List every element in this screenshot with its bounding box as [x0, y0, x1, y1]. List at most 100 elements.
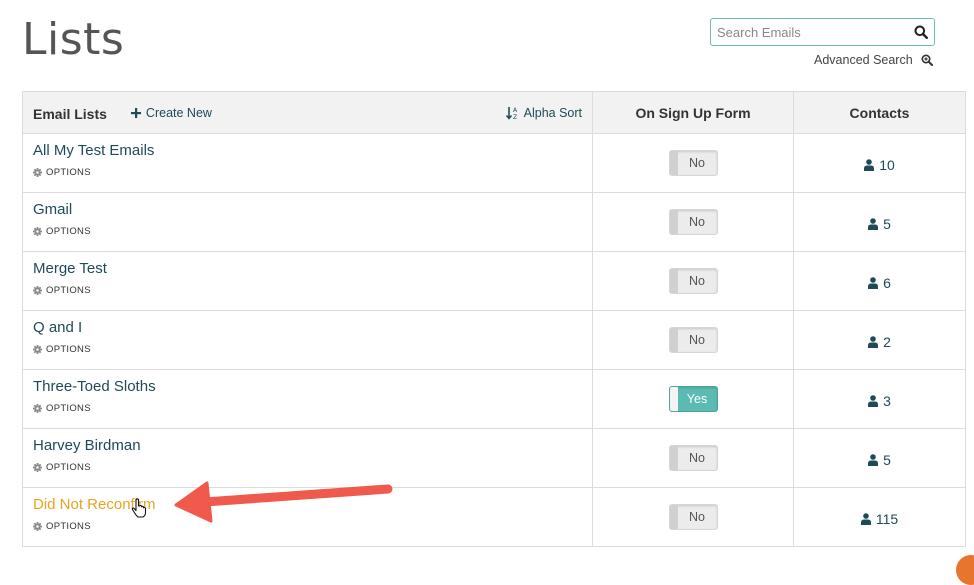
gear-icon	[33, 227, 42, 236]
contacts-count-link[interactable]: 5	[868, 446, 891, 468]
list-name-cell: Gmail OPTIONS	[22, 192, 593, 252]
search-button[interactable]	[908, 19, 934, 45]
list-name-link[interactable]: All My Test Emails	[33, 142, 582, 159]
list-options-link[interactable]: OPTIONS	[33, 167, 91, 178]
sign-up-form-toggle[interactable]: No	[668, 327, 718, 353]
contacts-cell: 5	[793, 192, 966, 252]
table-row: Merge Test OPTIONS No 6	[22, 251, 966, 311]
list-name-link[interactable]: Gmail	[33, 201, 582, 218]
sort-alpha-icon: A Z	[505, 106, 518, 120]
create-new-label: Create New	[145, 105, 212, 120]
gear-icon	[33, 286, 42, 295]
sign-up-form-cell: No	[592, 428, 794, 488]
contacts-count-link[interactable]: 2	[868, 328, 891, 350]
advanced-search-label: Advanced Search	[814, 53, 913, 67]
sign-up-form-toggle[interactable]: No	[668, 150, 718, 176]
user-icon	[860, 512, 871, 525]
list-name-cell: Merge Test OPTIONS	[22, 251, 593, 311]
sign-up-form-cell: Yes	[592, 369, 794, 429]
list-options-link[interactable]: OPTIONS	[33, 226, 91, 237]
list-options-link[interactable]: OPTIONS	[33, 344, 91, 355]
sign-up-form-toggle[interactable]: No	[668, 209, 718, 235]
contacts-count-link[interactable]: 115	[860, 505, 899, 527]
options-label: OPTIONS	[46, 521, 91, 532]
search-input[interactable]	[711, 20, 908, 44]
contacts-count-link[interactable]: 6	[868, 269, 891, 291]
toggle-label: No	[689, 215, 705, 229]
contacts-cell: 6	[793, 251, 966, 311]
list-name-link[interactable]: Q and I	[33, 319, 582, 336]
gear-icon	[33, 522, 42, 531]
user-icon	[868, 394, 879, 407]
contacts-cell: 115	[793, 487, 966, 547]
contacts-count: 10	[879, 156, 895, 173]
toggle-label: No	[689, 274, 705, 288]
contacts-count: 3	[883, 392, 891, 409]
page-title: Lists	[22, 14, 125, 65]
svg-text:A: A	[513, 107, 518, 114]
sign-up-form-cell: No	[592, 310, 794, 370]
table-row: Harvey Birdman OPTIONS No 5	[22, 428, 966, 488]
contacts-header: Contacts	[793, 91, 966, 134]
contacts-count-link[interactable]: 10	[864, 151, 895, 173]
sign-up-form-cell: No	[592, 133, 794, 193]
toggle-label: No	[689, 510, 705, 524]
hand-cursor-icon	[131, 498, 147, 518]
toggle-label: No	[689, 333, 705, 347]
list-name-link[interactable]: Harvey Birdman	[33, 437, 582, 454]
svg-text:Z: Z	[513, 114, 517, 120]
table-row: Q and I OPTIONS No 2	[22, 310, 966, 370]
contacts-cell: 5	[793, 428, 966, 488]
list-name-link[interactable]: Merge Test	[33, 260, 582, 277]
toggle-knob	[669, 328, 678, 352]
table-row: Three-Toed Sloths OPTIONS Yes 3	[22, 369, 966, 429]
toggle-label: Yes	[686, 392, 708, 406]
sign-up-form-title: On Sign Up Form	[635, 104, 751, 121]
list-options-link[interactable]: OPTIONS	[33, 462, 91, 473]
options-label: OPTIONS	[46, 403, 91, 414]
contacts-title: Contacts	[849, 104, 910, 121]
sign-up-form-toggle[interactable]: No	[668, 504, 718, 530]
plus-icon	[130, 107, 141, 118]
list-options-link[interactable]: OPTIONS	[33, 521, 91, 532]
contacts-count: 2	[883, 333, 891, 350]
list-options-link[interactable]: OPTIONS	[33, 403, 91, 414]
contacts-count-link[interactable]: 5	[868, 210, 891, 232]
sign-up-form-cell: No	[592, 192, 794, 252]
contacts-count-link[interactable]: 3	[868, 387, 891, 409]
sign-up-form-toggle[interactable]: No	[668, 268, 718, 294]
contacts-cell: 10	[793, 133, 966, 193]
toggle-knob	[669, 387, 678, 411]
options-label: OPTIONS	[46, 285, 91, 296]
sign-up-form-toggle[interactable]: No	[668, 445, 718, 471]
advanced-search-link[interactable]: Advanced Search	[814, 53, 933, 67]
create-new-button[interactable]: Create New	[130, 105, 212, 120]
alpha-sort-button[interactable]: A Z Alpha Sort	[505, 105, 582, 120]
toggle-knob	[669, 446, 678, 470]
user-icon	[868, 276, 879, 289]
contacts-cell: 2	[793, 310, 966, 370]
user-icon	[868, 335, 879, 348]
email-lists-table: Email Lists Create New A Z Alpha Sort On…	[22, 91, 966, 547]
table-row: All My Test Emails OPTIONS No 10	[22, 133, 966, 193]
user-icon	[868, 453, 879, 466]
gear-icon	[33, 345, 42, 354]
list-name-link[interactable]: Three-Toed Sloths	[33, 378, 582, 395]
contacts-count: 5	[883, 215, 891, 232]
table-row: Did Not Reconfirm OPTIONS No 115	[22, 487, 966, 547]
chat-widget-button[interactable]	[956, 555, 974, 585]
toggle-knob	[669, 151, 678, 175]
contacts-count: 5	[883, 451, 891, 468]
list-options-link[interactable]: OPTIONS	[33, 285, 91, 296]
sign-up-form-toggle[interactable]: Yes	[668, 386, 718, 412]
contacts-count: 115	[875, 510, 899, 527]
alpha-sort-label: Alpha Sort	[523, 105, 582, 120]
list-name-cell: All My Test Emails OPTIONS	[22, 133, 593, 193]
sign-up-form-header: On Sign Up Form	[592, 91, 794, 134]
list-name-cell: Three-Toed Sloths OPTIONS	[22, 369, 593, 429]
email-lists-header: Email Lists Create New A Z Alpha Sort	[22, 91, 593, 134]
search-icon	[914, 25, 928, 39]
table-row: Gmail OPTIONS No 5	[22, 192, 966, 252]
list-name-link[interactable]: Did Not Reconfirm	[33, 496, 582, 513]
search-box	[710, 18, 935, 46]
